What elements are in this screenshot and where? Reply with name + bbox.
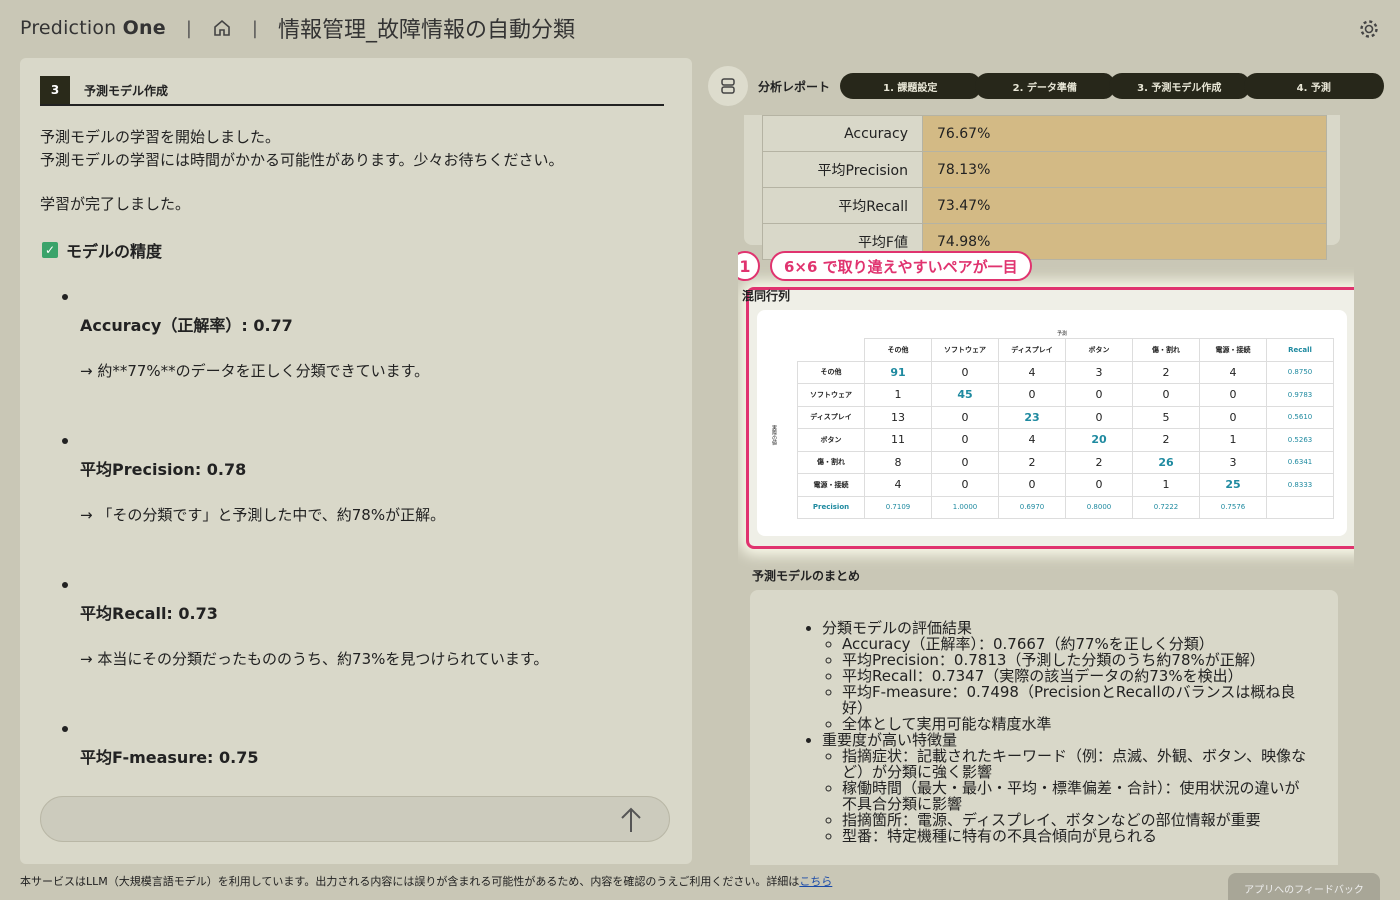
brand-logo[interactable]: Prediction One: [20, 17, 166, 39]
table-row: Precision 0.7109 1.0000 0.6970 0.8000 0.…: [797, 495, 1334, 519]
table-row: その他 ソフトウェア ディスプレイ ボタン 傷・割れ 電源・接続 Recall: [798, 338, 1334, 362]
table-row: その他 91 0 4 3 2 4 0.8750: [797, 360, 1334, 384]
training-done-message: 学習が完了しました。: [40, 195, 191, 213]
details-link[interactable]: こちら: [799, 875, 832, 888]
list-item: 型番：特定機種に特有の不具合傾向が見られる: [842, 828, 1312, 844]
training-start-message: 予測モデルの学習を開始しました。 予測モデルの学習には時間がかかる可能性がありま…: [40, 128, 564, 169]
bullet: [62, 294, 68, 300]
confusion-matrix-highlight: 予測 実際の値 その他 ソフトウェア ディスプレイ ボタン 傷・割れ 電源・接続…: [746, 287, 1354, 549]
step-header: 3 予測モデル作成: [40, 76, 664, 106]
report-icon[interactable]: [708, 66, 748, 106]
list-item: 指摘箇所：電源、ディスプレイ、ボタンなどの部位情報が重要: [842, 812, 1312, 828]
send-arrow-icon[interactable]: [619, 806, 643, 834]
list-item: 分類モデルの評価結果 Accuracy（正解率）：0.7667（約77%を正しく…: [822, 620, 1312, 732]
feedback-button[interactable]: アプリへのフィードバック: [1228, 873, 1380, 900]
callout-number-badge: 1: [738, 251, 760, 281]
table-row: 電源・接続 4 0 0 0 1 25 0.8333: [797, 473, 1334, 497]
report-content: Accuracy 76.67% 平均Precision 78.13% 平均Recal…: [738, 115, 1354, 865]
app-header: Prediction One | | 情報管理_故障情報の自動分類: [0, 0, 1400, 56]
chat-panel: 3 予測モデル作成 予測モデルの学習を開始しました。 予測モデルの学習には時間が…: [20, 58, 692, 864]
table-row: 平均Recall 73.47%: [762, 187, 1327, 224]
callout-annotation: 6×6 で取り違えやすいペアが一目: [770, 251, 1032, 281]
metric-desc: → 本当にその分類だったもののうち、約73%を見つけられています。: [80, 650, 549, 668]
list-item: 平均Precision：0.7813（予測した分類のうち約78%が正解）: [842, 652, 1312, 668]
table-row: Accuracy 76.67%: [762, 115, 1327, 152]
confusion-matrix-card: 予測 実際の値 その他 ソフトウェア ディスプレイ ボタン 傷・割れ 電源・接続…: [757, 310, 1347, 536]
gear-icon[interactable]: [1358, 18, 1380, 40]
footer-disclaimer: 本サービスはLLM（大規模言語モデル）を利用しています。出力される内容には誤りが…: [20, 875, 833, 888]
home-icon[interactable]: [212, 18, 232, 38]
summary-card: 分類モデルの評価結果 Accuracy（正解率）：0.7667（約77%を正しく…: [750, 590, 1338, 865]
metric-fmeasure: 平均F-measure: 0.75: [80, 748, 259, 767]
separator: |: [185, 17, 192, 39]
step-progress-bar: 1. 課題設定 2. データ準備 3. 予測モデル作成 4. 予測: [840, 73, 1386, 99]
step-number: 3: [40, 76, 70, 104]
chat-input[interactable]: [40, 796, 670, 842]
metric-accuracy: Accuracy（正解率）: 0.77: [80, 316, 293, 335]
step-label: 予測モデル作成: [84, 83, 169, 98]
checkbox-checked-icon: ✓: [42, 242, 58, 258]
list-item: 稼働時間（最大・最小・平均・標準偏差・合計）：使用状況の違いが不具合分類に影響: [842, 780, 1312, 812]
step-4[interactable]: 4. 予測: [1243, 73, 1386, 99]
predicted-axis-label: 予測: [1057, 331, 1068, 337]
table-row: ディスプレイ 13 0 23 0 5 0 0.5610: [797, 405, 1334, 429]
metric-desc: → 約**77%**のデータを正しく分類できています。: [80, 362, 430, 380]
list-item: 重要度が高い特徴量 指摘症状：記載されたキーワード（例：点滅、外観、ボタン、映像…: [822, 732, 1312, 844]
list-item: 平均Recall：0.7347（実際の該当データの約73%を検出）: [842, 668, 1312, 684]
accuracy-section-title: ✓ モデルの精度: [42, 238, 162, 262]
page-title: 情報管理_故障情報の自動分類: [277, 18, 575, 43]
summary-list: 分類モデルの評価結果 Accuracy（正解率）：0.7667（約77%を正しく…: [802, 620, 1312, 844]
metric-recall: 平均Recall: 0.73: [80, 604, 218, 623]
metric-desc: → 「その分類です」と予測した中で、約78%が正解。: [80, 506, 446, 524]
separator: |: [251, 17, 258, 39]
list-item: Accuracy（正解率）：0.7667（約77%を正しく分類）: [842, 636, 1312, 652]
metrics-card: Accuracy 76.67% 平均Precision 78.13% 平均Recal…: [744, 115, 1340, 260]
metric-precision: 平均Precision: 0.78: [80, 460, 247, 479]
bullet: [62, 438, 68, 444]
bullet: [62, 726, 68, 732]
step-2[interactable]: 2. データ準備: [974, 73, 1117, 99]
report-label: 分析レポート: [758, 80, 831, 94]
confusion-matrix-title: 混同行列: [742, 289, 791, 303]
list-item: 指摘症状：記載されたキーワード（例：点滅、外観、ボタン、映像など）が分類に強く影…: [842, 748, 1312, 780]
actual-axis-label: 実際の値: [771, 425, 777, 445]
list-item: 平均F-measure：0.7498（PrecisionとRecallのバランス…: [842, 684, 1312, 716]
list-item: 全体として実用可能な精度水準: [842, 716, 1312, 732]
bullet: [62, 582, 68, 588]
summary-title: 予測モデルのまとめ: [752, 569, 861, 583]
step-1[interactable]: 1. 課題設定: [840, 73, 983, 99]
confusion-matrix-table: その他 ソフトウェア ディスプレイ ボタン 傷・割れ 電源・接続 Recall …: [797, 338, 1334, 519]
table-row: ボタン 11 0 4 20 2 1 0.5263: [797, 428, 1334, 452]
table-row: 傷・割れ 8 0 2 2 26 3 0.6341: [797, 450, 1334, 474]
step-3[interactable]: 3. 予測モデル作成: [1109, 73, 1252, 99]
metrics-table: Accuracy 76.67% 平均Precision 78.13% 平均Recal…: [762, 115, 1327, 260]
table-row: 平均Precision 78.13%: [762, 151, 1327, 188]
table-row: ソフトウェア 1 45 0 0 0 0 0.9783: [797, 383, 1334, 407]
